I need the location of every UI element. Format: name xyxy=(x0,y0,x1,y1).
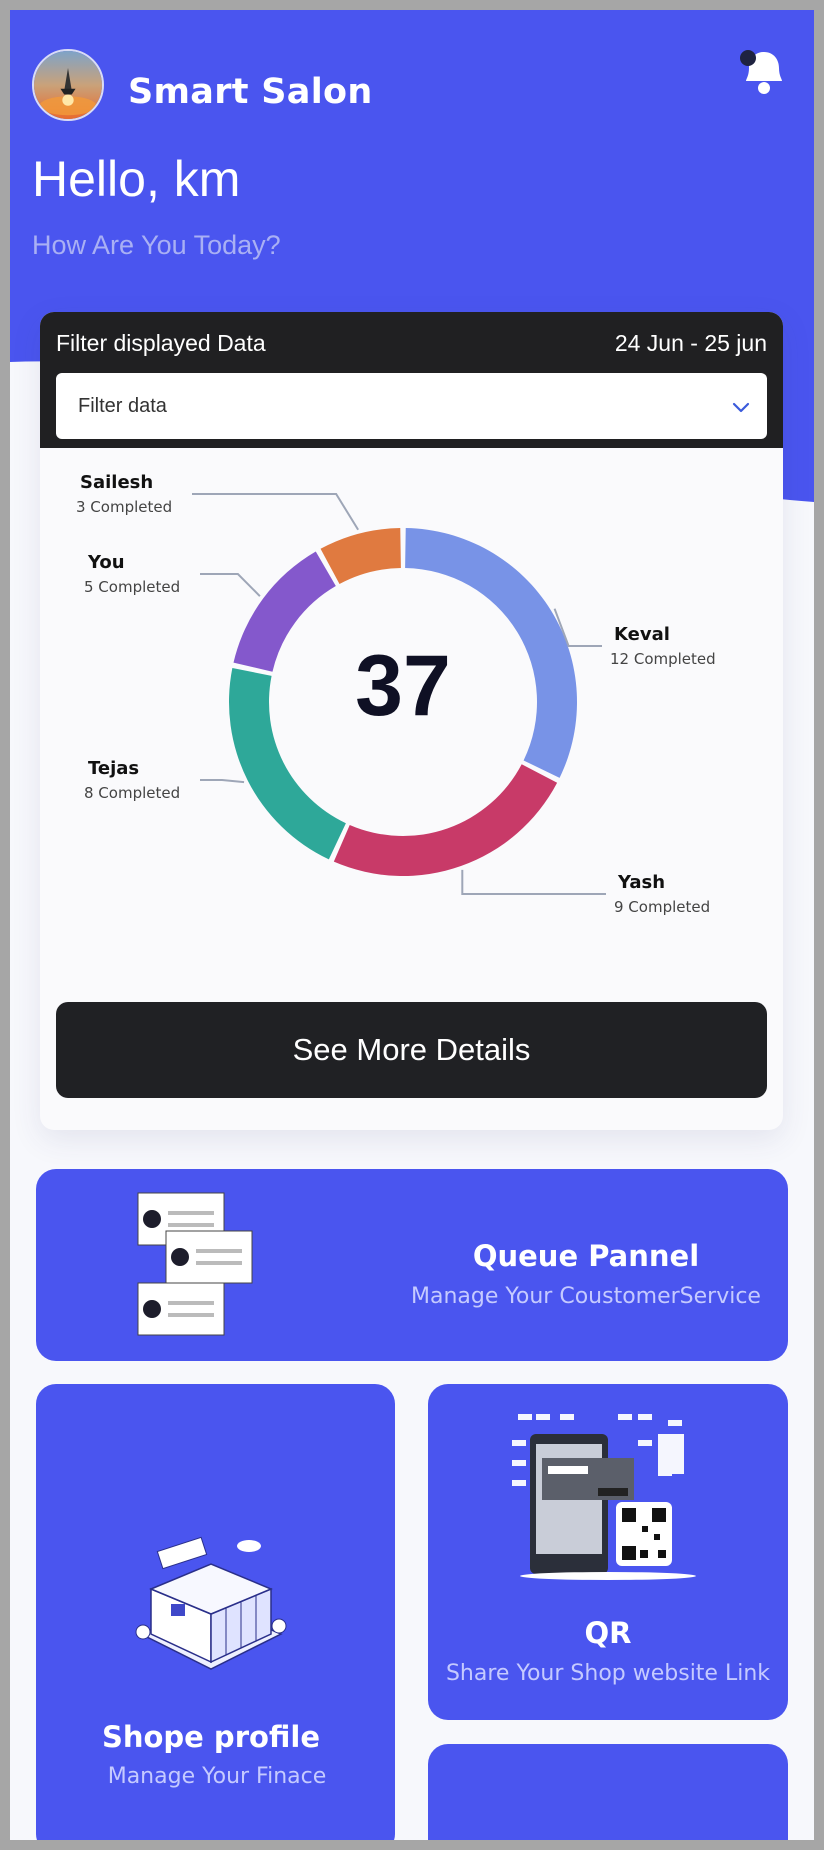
qr-subtitle: Share Your Shop website Link xyxy=(445,1661,771,1686)
filter-label: Filter displayed Data xyxy=(56,330,266,356)
slice-count-sailesh: 3 Completed xyxy=(76,498,172,516)
filter-placeholder: Filter data xyxy=(78,395,167,417)
slice-label-keval: Keval xyxy=(614,624,670,645)
shop-profile-title: Shope profile xyxy=(101,1720,321,1754)
qr-tile[interactable]: QR Share Your Shop website Link xyxy=(428,1384,788,1720)
slice-label-you: You xyxy=(87,552,125,573)
filter-dropdown[interactable]: Filter data xyxy=(56,373,767,439)
app-screen: Smart Salon Hello, km How Are You Today?… xyxy=(10,10,814,1840)
additional-tile[interactable] xyxy=(428,1744,788,1840)
chevron-down-icon xyxy=(732,402,750,413)
total-count: 37 xyxy=(355,638,451,734)
date-range[interactable]: 24 Jun - 25 jun xyxy=(615,330,767,357)
queue-panel-tile[interactable]: Queue Pannel Manage Your CoustomerServic… xyxy=(36,1169,788,1361)
salon-building-illustration xyxy=(135,1536,287,1670)
slice-label-sailesh: Sailesh xyxy=(80,472,153,493)
donut-slice-you[interactable] xyxy=(233,551,336,672)
queue-panel-subtitle: Manage Your CoustomerService xyxy=(411,1284,761,1309)
slice-count-you: 5 Completed xyxy=(84,578,180,596)
slice-count-tejas: 8 Completed xyxy=(84,784,180,802)
leader-line-sailesh xyxy=(192,493,359,531)
avatar[interactable] xyxy=(32,49,104,121)
donut-slice-yash[interactable] xyxy=(333,764,558,876)
notification-bell-icon[interactable] xyxy=(738,46,790,98)
qr-illustration xyxy=(512,1414,696,1580)
shop-profile-tile[interactable]: Shope profile Manage Your Finace xyxy=(36,1384,395,1840)
see-more-details-button[interactable]: See More Details xyxy=(56,1002,767,1098)
leader-line-tejas xyxy=(200,779,245,784)
filter-header: Filter displayed Data 24 Jun - 25 jun Fi… xyxy=(40,312,783,448)
app-title: Smart Salon xyxy=(128,72,373,112)
greeting-heading: Hello, km xyxy=(32,151,241,207)
slice-count-yash: 9 Completed xyxy=(614,898,710,916)
queue-illustration xyxy=(137,1192,253,1336)
donut-slice-sailesh[interactable] xyxy=(320,528,401,585)
shop-profile-subtitle: Manage Your Finace xyxy=(107,1764,327,1789)
donut-slice-tejas[interactable] xyxy=(229,668,346,860)
qr-title: QR xyxy=(584,1616,632,1650)
greeting-subtitle: How Are You Today? xyxy=(32,230,281,260)
slice-count-keval: 12 Completed xyxy=(610,650,716,668)
slice-label-yash: Yash xyxy=(617,872,665,893)
leader-line-yash xyxy=(461,869,606,895)
completion-donut-chart: Keval 12 Completed Yash 9 Completed Tejas 8 C… xyxy=(76,472,716,916)
queue-panel-title: Queue Pannel xyxy=(472,1239,700,1273)
stats-card: Filter displayed Data 24 Jun - 25 jun Fi… xyxy=(40,312,783,1130)
leader-line-you xyxy=(200,573,261,597)
slice-label-tejas: Tejas xyxy=(88,758,139,779)
